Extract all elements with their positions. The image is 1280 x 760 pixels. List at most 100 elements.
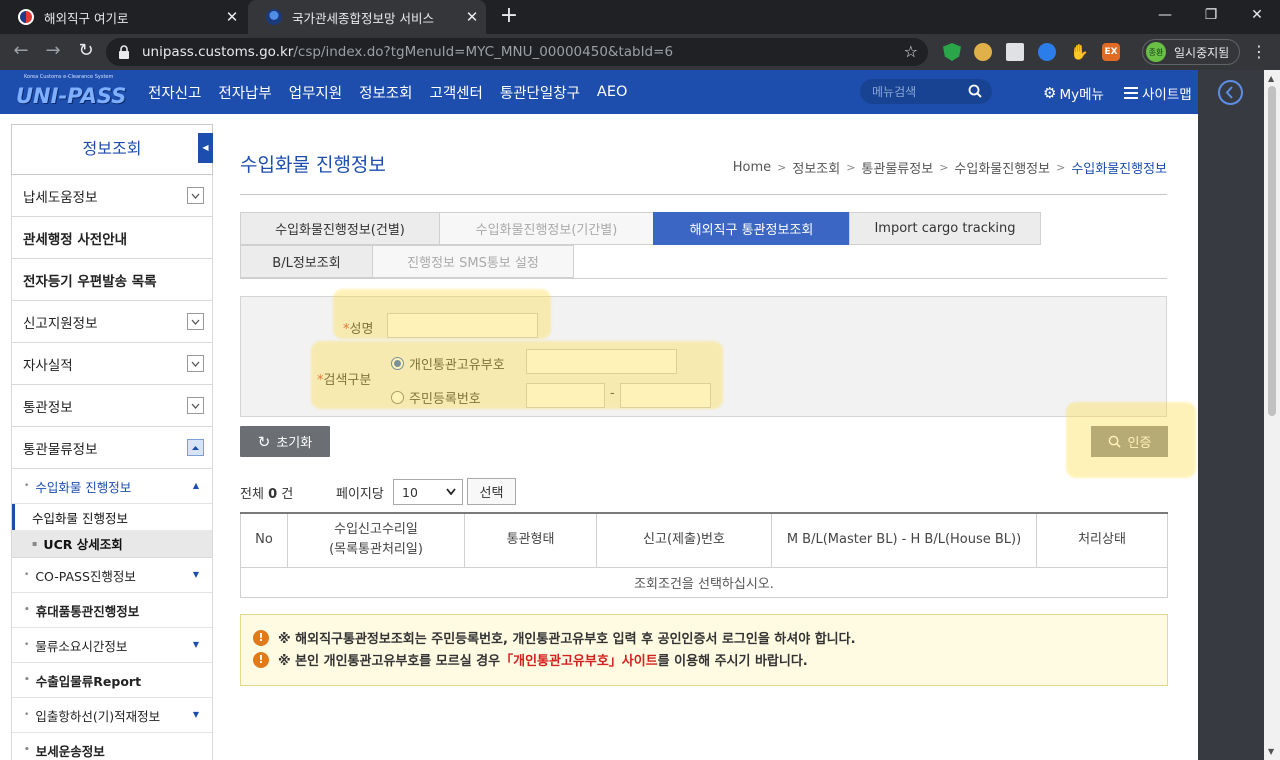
owl-extension-icon[interactable] [974,43,992,61]
back-icon[interactable]: ← [8,40,34,64]
sidebar-item-company-record[interactable]: 자사실적 [12,343,212,385]
browser-menu-icon[interactable]: ⋮ [1251,42,1267,61]
chevron-down-icon[interactable] [187,397,204,414]
minimize-icon[interactable]: — [1142,0,1188,34]
panel-toggle-button[interactable] [1218,80,1243,105]
chevron-down-icon[interactable] [187,355,204,372]
scroll-down-icon[interactable]: ▼ [1268,747,1274,756]
breadcrumb-current: 수입화물진행정보 [1071,162,1167,177]
address-bar[interactable]: unipass.customs.go.kr/csp/index.do?tgMen… [106,38,928,66]
page-scrollbar[interactable]: ▲ ▼ [1264,70,1280,760]
avatar: 종환 [1146,42,1166,62]
global-nav: 전자신고 전자납부 업무지원 정보조회 고객센터 통관단일창구 AEO [148,70,644,114]
sidebar-item-logistics-info[interactable]: 통관물류정보 [12,427,212,469]
sidebar-item-tax-help[interactable]: 납세도움정보 [12,175,212,217]
breadcrumb-item[interactable]: 통관물류정보 [861,158,933,177]
notice-line: ! ※ 해외직구통관정보조회는 주민등록번호, 개인통관고유부호 입력 후 공인… [253,628,856,647]
window-close-icon[interactable]: ✕ [1234,0,1280,34]
scroll-up-icon[interactable]: ▲ [1268,74,1274,83]
gnb-item-e-payment[interactable]: 전자납부 [218,82,271,103]
mymenu-button[interactable]: ⚙ My메뉴 [1043,83,1104,103]
browser-tab-strip: 해외직구 여기로 ✕ 국가관세종합정보망 서비스 ✕ + — ❐ ✕ [0,0,1280,34]
empty-message: 조회조건을 선택하십시오. [240,566,1168,598]
page-title: 수입화물 진행정보 [240,154,386,176]
sidebar-subsubitem-import-cargo[interactable]: 수입화물 진행정보 [12,504,212,530]
profile-button[interactable]: 종환 일시중지됨 [1142,39,1240,65]
unipass-logo[interactable]: Korea Customs e-Clearance System UNI-PAS… [14,74,126,110]
sidebar-subitem-logistics-time[interactable]: • 물류소요시간정보 ▼ [12,628,212,663]
gnb-item-single-window[interactable]: 통관단일창구 [500,82,580,103]
table-row: 조회조건을 선택하십시오. [240,566,1168,598]
scroll-thumb[interactable] [1268,86,1276,416]
sidebar-item-filing-support[interactable]: 신고지원정보 [12,301,212,343]
forward-icon[interactable]: → [40,40,66,64]
tab-sms-notification[interactable]: 진행정보 SMS통보 설정 [372,245,574,278]
sidebar-item-clearance-info[interactable]: 통관정보 [12,385,212,427]
restore-icon[interactable]: ❐ [1188,0,1234,34]
side-nav: 정보조회 ◀ 납세도움정보 관세행정 사전안내 전자등기 우편발송 목록 신고지… [11,124,213,760]
hand-extension-icon[interactable]: ✋ [1070,43,1089,61]
tab-title: 국가관세종합정보망 서비스 [292,10,434,26]
notice-line: ! ※ 본인 개인통관고유부호를 모르실 경우 「개인통관고유부호」사이트 를 이… [253,650,808,669]
side-nav-list: 납세도움정보 관세행정 사전안내 전자등기 우편발송 목록 신고지원정보 자사실… [11,175,213,760]
tabs-divider [240,278,1167,279]
side-nav-collapse-icon[interactable]: ◀ [198,133,213,163]
breadcrumb: Home > 정보조회 > 통관물류정보 > 수입화물진행정보 > 수입화물진행… [733,158,1167,177]
sidebar-subsubitem-ucr[interactable]: ▪ UCR 상세조회 [12,530,212,558]
document-extension-icon[interactable] [1006,43,1024,61]
gnb-item-aeo[interactable]: AEO [597,84,628,100]
per-page-select[interactable]: 10 [393,479,463,505]
tab-close-icon[interactable]: ✕ [458,8,486,26]
reset-button[interactable]: ↻ 초기화 [240,426,330,457]
browser-toolbar: ← → ↻ unipass.customs.go.kr/csp/index.do… [0,34,1280,70]
tab-import-cargo-by-period[interactable]: 수입화물진행정보(기간별) [439,212,654,245]
per-page-label: 페이지당 [336,487,384,502]
sidebar-subitem-report[interactable]: • 수출입물류Report [12,663,212,698]
breadcrumb-item[interactable]: 정보조회 [792,158,840,177]
site-favicon-icon [18,9,34,25]
breadcrumb-item[interactable]: 수입화물진행정보 [954,158,1050,177]
sitemap-button[interactable]: 사이트맵 [1124,83,1192,103]
column-header-accept-date: 수입신고수리일 (목록통관처리일) [287,512,465,568]
menu-search-input[interactable] [872,83,962,100]
sidebar-subitem-bonded-transport[interactable]: • 보세운송정보 [12,733,212,760]
sidebar-item-advance-notice[interactable]: 관세행정 사전안내 [12,217,212,259]
browser-tab-active[interactable]: 국가관세종합정보망 서비스 ✕ [248,0,486,34]
gnb-item-e-filing[interactable]: 전자신고 [148,82,201,103]
gnb-item-customer-center[interactable]: 고객센터 [430,82,483,103]
reload-icon[interactable]: ↻ [73,40,99,64]
breadcrumb-home[interactable]: Home [733,160,771,175]
column-header-bl-number: M B/L(Master BL) - H B/L(House BL)) [771,512,1037,568]
chevron-up-icon[interactable] [187,439,204,456]
sidebar-subitem-import-cargo[interactable]: • 수입화물 진행정보 ▲ [12,469,212,504]
customs-code-site-link[interactable]: 「개인통관고유부호」사이트 [500,650,658,669]
sidebar-subitem-port-entry[interactable]: • 입출항하선(기)적재정보 ▼ [12,698,212,733]
sidebar-subitem-baggage[interactable]: • 휴대품통관진행정보 [12,593,212,628]
site-favicon-icon [266,9,282,25]
sidebar-item-registered-mail[interactable]: 전자등기 우편발송 목록 [12,259,212,301]
tab-overseas-direct-purchase[interactable]: 해외직구 통관정보조회 [653,212,850,245]
column-header-status: 처리상태 [1036,512,1168,568]
profile-label: 일시중지됨 [1174,45,1230,60]
caret-down-icon: ▼ [192,710,199,719]
tab-close-icon[interactable]: ✕ [218,8,246,26]
browser-tab[interactable]: 해외직구 여기로 ✕ [0,0,246,34]
sidebar-subitem-copass[interactable]: • CO-PASS진행정보 ▼ [12,558,212,593]
site-header: Korea Customs e-Clearance System UNI-PAS… [0,70,1264,114]
tab-import-cargo-tracking[interactable]: Import cargo tracking [849,212,1041,245]
swirl-extension-icon[interactable] [1038,43,1056,61]
tab-import-cargo-by-case[interactable]: 수입화물진행정보(건별) [240,212,440,245]
gnb-item-business-support[interactable]: 업무지원 [289,82,342,103]
shield-extension-icon[interactable] [943,43,961,61]
ex-extension-icon[interactable]: EX [1102,43,1120,61]
select-button[interactable]: 선택 [467,478,516,505]
gnb-item-info-inquiry[interactable]: 정보조회 [359,82,412,103]
tab-bl-info[interactable]: B/L정보조회 [240,245,373,278]
highlight-mark [333,289,551,339]
chevron-down-icon[interactable] [187,313,204,330]
search-icon[interactable] [968,84,982,98]
new-tab-icon[interactable]: + [498,5,520,28]
chevron-right-icon: > [1056,161,1066,174]
bookmark-star-icon[interactable]: ☆ [904,42,918,61]
chevron-down-icon[interactable] [187,187,204,204]
